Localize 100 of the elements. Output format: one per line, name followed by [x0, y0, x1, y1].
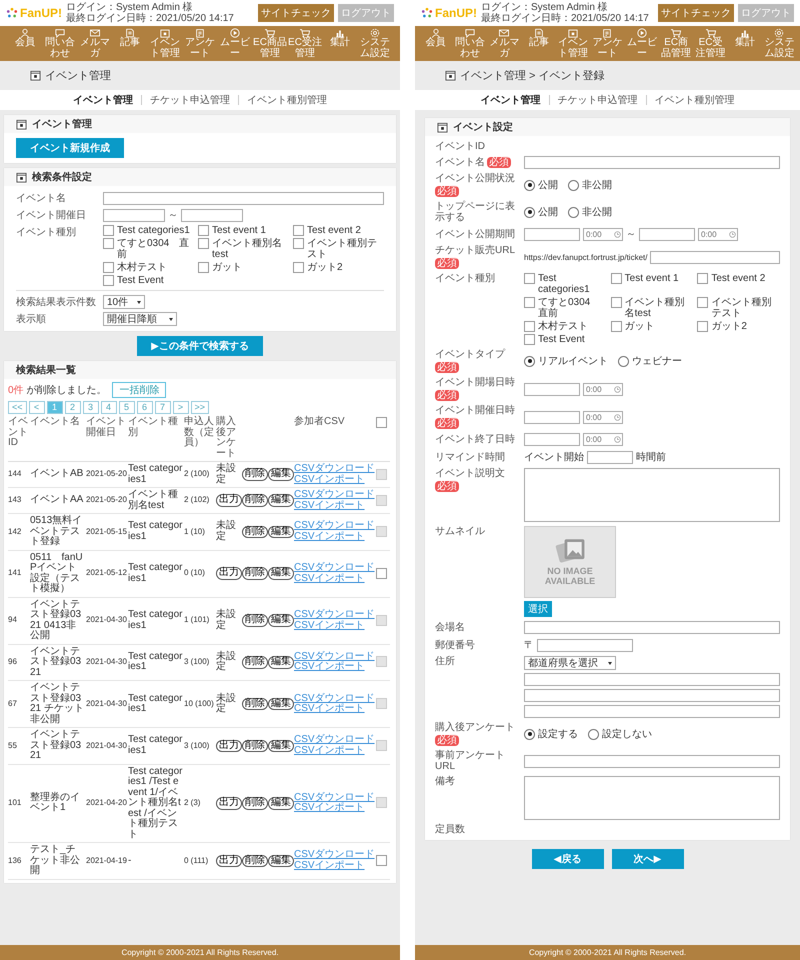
checkbox[interactable]: [293, 262, 304, 273]
nav-item[interactable]: メルマガ: [78, 28, 112, 59]
date-field[interactable]: [103, 208, 165, 222]
nav-item[interactable]: 問い合わせ: [43, 28, 77, 59]
create-event-button[interactable]: イベント新規作成: [16, 138, 124, 158]
logout-button[interactable]: ログアウト: [738, 4, 794, 22]
nav-item[interactable]: ムービー: [218, 28, 252, 59]
tab[interactable]: イベント管理: [480, 93, 540, 107]
date-field[interactable]: [524, 228, 580, 240]
checkbox[interactable]: [697, 273, 708, 284]
checkbox[interactable]: [376, 854, 387, 866]
checkbox[interactable]: [524, 334, 535, 345]
checkbox[interactable]: [103, 262, 114, 273]
radio-button[interactable]: [524, 728, 535, 740]
nav-item[interactable]: EC商品管理: [660, 28, 693, 59]
input-field[interactable]: [103, 192, 384, 204]
date-field[interactable]: [524, 410, 580, 424]
page-link[interactable]: 5: [118, 401, 135, 414]
export-button[interactable]: 出力: [216, 854, 242, 867]
nav-item[interactable]: アンケート: [590, 28, 624, 59]
edit-button[interactable]: 編集: [268, 854, 294, 867]
nav-item[interactable]: アンケート: [183, 28, 217, 59]
radio-button[interactable]: [524, 180, 535, 190]
time-field[interactable]: 0:00: [583, 228, 623, 240]
input-field[interactable]: [587, 450, 633, 464]
page-link[interactable]: 3: [82, 401, 99, 414]
tab[interactable]: イベント種別管理: [247, 93, 327, 107]
export-button[interactable]: 出力: [216, 567, 242, 580]
page-link[interactable]: 4: [100, 401, 117, 414]
input-field[interactable]: [524, 754, 780, 768]
tab[interactable]: チケット申込管理: [558, 93, 638, 107]
time-field[interactable]: 0:00: [698, 228, 738, 240]
site-check-button[interactable]: サイトチェック: [258, 4, 334, 22]
time-field[interactable]: 0:00: [583, 410, 623, 424]
page-link[interactable]: 7: [154, 401, 171, 414]
page-link[interactable]: 6: [136, 401, 153, 414]
radio-button[interactable]: [568, 180, 579, 190]
radio-button[interactable]: [618, 356, 629, 366]
site-check-button[interactable]: サイトチェック: [658, 4, 734, 22]
back-button[interactable]: ◀戻る: [532, 849, 604, 869]
checkbox[interactable]: [376, 568, 387, 579]
checkbox[interactable]: [103, 275, 114, 286]
nav-item[interactable]: EC受注管理: [288, 28, 322, 59]
radio-button[interactable]: [524, 356, 535, 366]
checkbox[interactable]: [103, 225, 114, 236]
delete-button[interactable]: 削除: [242, 567, 268, 580]
checkbox[interactable]: [610, 321, 622, 332]
input-field[interactable]: [537, 638, 633, 652]
time-field[interactable]: 0:00: [583, 433, 623, 446]
input-field[interactable]: [524, 673, 780, 686]
logout-button[interactable]: ログアウト: [338, 4, 394, 22]
checkbox[interactable]: [293, 238, 304, 249]
next-button[interactable]: 次へ▶: [612, 849, 684, 869]
nav-item[interactable]: 記事: [522, 28, 556, 59]
tab[interactable]: イベント種別管理: [654, 93, 734, 107]
input-field[interactable]: [524, 156, 780, 169]
input-field[interactable]: [524, 621, 780, 634]
nav-item[interactable]: システム設定: [762, 28, 796, 59]
select-field[interactable]: 10件: [103, 295, 145, 309]
tab[interactable]: チケット申込管理: [150, 93, 230, 107]
text-area[interactable]: [524, 776, 780, 820]
checkbox[interactable]: [524, 273, 535, 284]
radio-button[interactable]: [568, 206, 579, 218]
input-field[interactable]: [650, 250, 780, 264]
nav-item[interactable]: 会員: [419, 28, 452, 59]
checkbox[interactable]: [524, 297, 535, 308]
nav-item[interactable]: ムービー: [625, 28, 659, 59]
checkbox[interactable]: [697, 297, 708, 308]
page-link[interactable]: 2: [64, 401, 81, 414]
csv-import-link[interactable]: CSVインポート: [294, 860, 375, 872]
page-link[interactable]: <: [28, 401, 45, 414]
page-link[interactable]: 1: [46, 401, 63, 414]
edit-button[interactable]: 編集: [268, 567, 294, 580]
select-button[interactable]: 選択: [524, 601, 552, 617]
page-link[interactable]: >: [172, 401, 189, 414]
nav-item[interactable]: 集計: [323, 28, 357, 59]
page-link[interactable]: <<: [8, 401, 27, 414]
nav-item[interactable]: システム設定: [358, 28, 392, 59]
date-field[interactable]: [639, 228, 695, 240]
checkbox[interactable]: [198, 225, 209, 236]
checkbox[interactable]: [293, 225, 304, 236]
select-field[interactable]: 都道府県を選択: [524, 656, 616, 670]
radio-button[interactable]: [588, 728, 599, 740]
time-field[interactable]: 0:00: [583, 382, 623, 396]
date-field[interactable]: [524, 433, 580, 446]
checkbox[interactable]: [524, 321, 535, 332]
checkbox[interactable]: [697, 321, 708, 332]
date-field[interactable]: [524, 382, 580, 396]
checkbox[interactable]: [376, 417, 387, 428]
nav-item[interactable]: EC受注管理: [694, 28, 728, 59]
tab[interactable]: イベント管理: [73, 93, 133, 107]
page-link[interactable]: >>: [190, 401, 210, 414]
nav-item[interactable]: 問い合わせ: [453, 28, 487, 59]
bulk-delete-button[interactable]: 一括削除: [112, 382, 166, 398]
csv-import-link[interactable]: CSVインポート: [294, 574, 375, 584]
checkbox[interactable]: [610, 297, 622, 308]
nav-item[interactable]: 集計: [728, 28, 762, 59]
nav-item[interactable]: イベント管理: [556, 28, 590, 59]
input-field[interactable]: [524, 689, 780, 702]
date-field[interactable]: [181, 208, 243, 222]
